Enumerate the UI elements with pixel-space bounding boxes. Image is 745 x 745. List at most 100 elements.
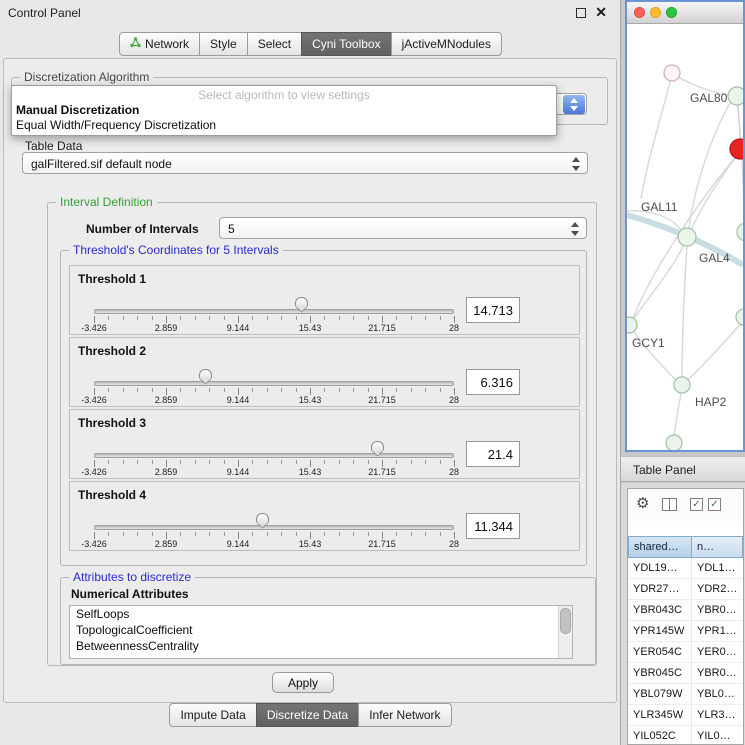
network-window-titlebar <box>627 2 743 24</box>
thresholds-group: Threshold's Coordinates for 5 Intervals … <box>60 250 587 566</box>
zoom-traffic-icon[interactable] <box>666 7 677 18</box>
table-data-label: Table Data <box>25 139 82 153</box>
gear-icon[interactable]: ⚙ <box>636 494 649 512</box>
cell-shared-name: YBR045C <box>628 663 692 683</box>
threshold-slider[interactable]: -3.4262.8599.14415.4321.71528 <box>94 338 454 408</box>
cell-name: YDL1… <box>692 558 743 578</box>
close-traffic-icon[interactable] <box>634 7 645 18</box>
combobox-stepper-icon[interactable] <box>563 95 585 114</box>
threshold-value-field[interactable]: 11.344 <box>466 513 520 539</box>
minimize-traffic-icon[interactable] <box>650 7 661 18</box>
show-columns-icon[interactable] <box>662 498 677 511</box>
table-row[interactable]: YBL079W YBL0… <box>628 684 743 705</box>
group-title-attributes: Attributes to discretize <box>69 570 195 584</box>
checkbox-icon[interactable]: ✓ <box>708 498 721 511</box>
table-row[interactable]: YER054C YER0… <box>628 642 743 663</box>
cell-shared-name: YIL052C <box>628 726 692 744</box>
network-node[interactable] <box>674 377 690 393</box>
combobox-arrows-icon[interactable] <box>570 221 580 237</box>
tab-jactivemnodules[interactable]: jActiveMNodules <box>391 32 502 56</box>
threshold-slider[interactable]: -3.4262.8599.14415.4321.71528 <box>94 482 454 552</box>
list-scrollbar[interactable] <box>558 606 572 658</box>
slider-track[interactable] <box>94 381 454 386</box>
network-node[interactable] <box>730 139 743 159</box>
network-node[interactable] <box>736 309 743 325</box>
tab-style[interactable]: Style <box>199 32 248 56</box>
threshold-value-field[interactable]: 21.4 <box>466 441 520 467</box>
table-row[interactable]: YPR145W YPR1… <box>628 621 743 642</box>
slider-track[interactable] <box>94 309 454 314</box>
column-header-shared-name[interactable]: shared… <box>628 536 692 558</box>
number-of-intervals-combobox[interactable]: 5 <box>219 217 587 239</box>
column-header-name[interactable]: n… <box>692 536 743 558</box>
list-item[interactable]: SelfLoops <box>70 606 572 622</box>
tab-select[interactable]: Select <box>247 32 302 56</box>
tab-label: Style <box>210 37 237 51</box>
number-of-intervals-value: 5 <box>228 222 235 236</box>
slider-thumb-icon[interactable] <box>371 441 384 450</box>
slider-track[interactable] <box>94 453 454 458</box>
threshold-slider[interactable]: -3.4262.8599.14415.4321.71528 <box>94 266 454 336</box>
network-icon <box>130 37 141 51</box>
close-icon[interactable]: ✕ <box>595 4 607 21</box>
table-toolbar: ⚙ ✓ ✓ <box>628 489 743 521</box>
cell-name: YDR2… <box>692 579 743 599</box>
tab-label: Impute Data <box>180 708 245 722</box>
tab-label: Cyni Toolbox <box>312 37 380 51</box>
tab-label: Select <box>258 37 291 51</box>
tab-discretize-data[interactable]: Discretize Data <box>256 703 359 727</box>
dropdown-option[interactable]: Manual Discretization <box>12 103 556 118</box>
control-panel: Control Panel ✕ Network Style Select Cyni T… <box>0 0 621 745</box>
tab-infer-network[interactable]: Infer Network <box>358 703 451 727</box>
table-row[interactable]: YDR27… YDR2… <box>628 579 743 600</box>
slider-thumb-icon[interactable] <box>256 513 269 522</box>
cell-shared-name: YDR27… <box>628 579 692 599</box>
threshold-row: Threshold 1 -3.4262.8599.14415.4321.7152… <box>69 265 580 335</box>
checkbox-icon[interactable]: ✓ <box>690 498 703 511</box>
bottom-tab-bar: Impute Data Discretize Data Infer Network <box>0 703 621 727</box>
top-tab-bar: Network Style Select Cyni Toolbox jActiveMNo… <box>0 32 621 56</box>
scrollbar-thumb[interactable] <box>560 608 571 634</box>
float-window-icon[interactable] <box>576 8 586 18</box>
tab-label: Infer Network <box>369 708 440 722</box>
network-node[interactable] <box>678 228 696 246</box>
numerical-attributes-label: Numerical Attributes <box>71 587 189 601</box>
combobox-arrows-icon[interactable] <box>571 156 581 172</box>
table-row[interactable]: YDL19… YDL1… <box>628 558 743 579</box>
cell-shared-name: YER054C <box>628 642 692 662</box>
tab-impute-data[interactable]: Impute Data <box>169 703 256 727</box>
numerical-attributes-list[interactable]: SelfLoopsTopologicalCoefficientBetweenne… <box>69 605 573 659</box>
table-data-combobox[interactable]: galFiltered.sif default node <box>22 152 588 174</box>
threshold-value-field[interactable]: 14.713 <box>466 297 520 323</box>
table-row[interactable]: YLR345W YLR3… <box>628 705 743 726</box>
threshold-value-field[interactable]: 6.316 <box>466 369 520 395</box>
node-label: GAL4 <box>699 251 730 265</box>
threshold-slider[interactable]: -3.4262.8599.14415.4321.71528 <box>94 410 454 480</box>
list-item[interactable]: TopologicalCoefficient <box>70 622 572 638</box>
network-node[interactable] <box>627 317 637 333</box>
table-row[interactable]: YBR045C YBR0… <box>628 663 743 684</box>
cell-shared-name: YBL079W <box>628 684 692 704</box>
dropdown-option[interactable]: Equal Width/Frequency Discretization <box>12 118 556 133</box>
node-table: ⚙ ✓ ✓ shared… n… YDL19… YDL1… YDR27… YDR… <box>627 488 744 745</box>
slider-tick-labels: -3.4262.8599.14415.4321.71528 <box>94 539 454 549</box>
apply-button[interactable]: Apply <box>272 672 334 693</box>
table-row[interactable]: YBR043C YBR0… <box>628 600 743 621</box>
tab-cyni-toolbox[interactable]: Cyni Toolbox <box>301 32 391 56</box>
table-row[interactable]: YIL052C YIL0… <box>628 726 743 744</box>
control-panel-titlebar: Control Panel ✕ <box>0 0 620 26</box>
network-canvas-svg[interactable]: GAL80GAL11GAL4GCY1HAP2 <box>627 23 743 451</box>
list-item[interactable]: BetweennessCentrality <box>70 638 572 654</box>
table-panel-body: ⚙ ✓ ✓ shared… n… YDL19… YDL1… YDR27… YDR… <box>621 483 745 745</box>
threshold-row: Threshold 3 -3.4262.8599.14415.4321.7152… <box>69 409 580 479</box>
network-node[interactable] <box>737 223 743 241</box>
network-node[interactable] <box>666 435 682 451</box>
slider-track[interactable] <box>94 525 454 530</box>
network-node[interactable] <box>664 65 680 81</box>
number-of-intervals-label: Number of Intervals <box>86 222 199 236</box>
slider-thumb-icon[interactable] <box>295 297 308 306</box>
slider-thumb-icon[interactable] <box>199 369 212 378</box>
network-node[interactable] <box>728 87 743 105</box>
node-label: GAL80 <box>690 91 728 105</box>
tab-network[interactable]: Network <box>119 32 200 56</box>
